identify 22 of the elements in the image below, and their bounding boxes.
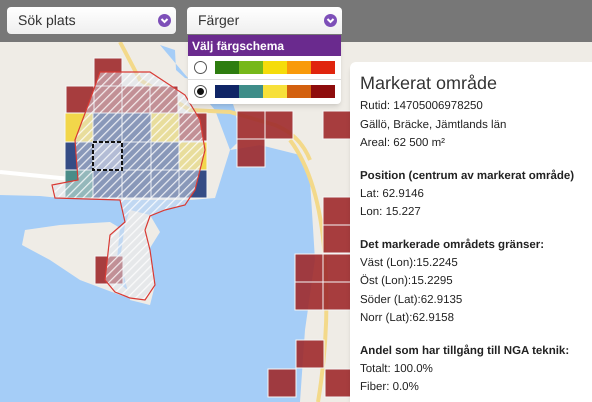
info-text: Lat: 62.9146	[360, 186, 425, 202]
info-text: Lon: 15.227	[360, 205, 422, 220]
menu-title: Välj färgschema	[188, 35, 341, 56]
info-text: Gällö, Bräcke, Jämtlands län	[360, 118, 508, 132]
info-text: Väst (Lon):15.2245	[360, 256, 459, 270]
section-heading: Andel som har tillgång till NGA teknik:	[360, 344, 570, 358]
info-text: Totalt: 100.0%	[360, 362, 434, 376]
info-text: Rutid: 14705006978250	[360, 99, 484, 114]
info-text: Öst (Lon):15.2295	[360, 273, 454, 289]
info-text: Norr (Lat):62.9158	[360, 311, 455, 326]
section-heading: Position (centrum av markerat område)	[360, 168, 576, 184]
panel-title: Markerat område	[360, 72, 498, 94]
color-dropdown[interactable]: Färger	[187, 7, 342, 34]
radio-button[interactable]	[194, 84, 207, 98]
search-dropdown[interactable]: Sök plats	[7, 7, 176, 34]
radio-button[interactable]	[194, 61, 207, 74]
info-text: Areal: 62 500 m²	[360, 136, 446, 151]
chevron-down-icon	[324, 14, 337, 27]
section-heading: Det markerade områdets gränser:	[360, 238, 546, 252]
chevron-down-icon	[158, 14, 171, 27]
info-text: Fiber: 0.0%	[360, 380, 420, 395]
info-text: Söder (Lat):62.9135	[360, 292, 464, 308]
